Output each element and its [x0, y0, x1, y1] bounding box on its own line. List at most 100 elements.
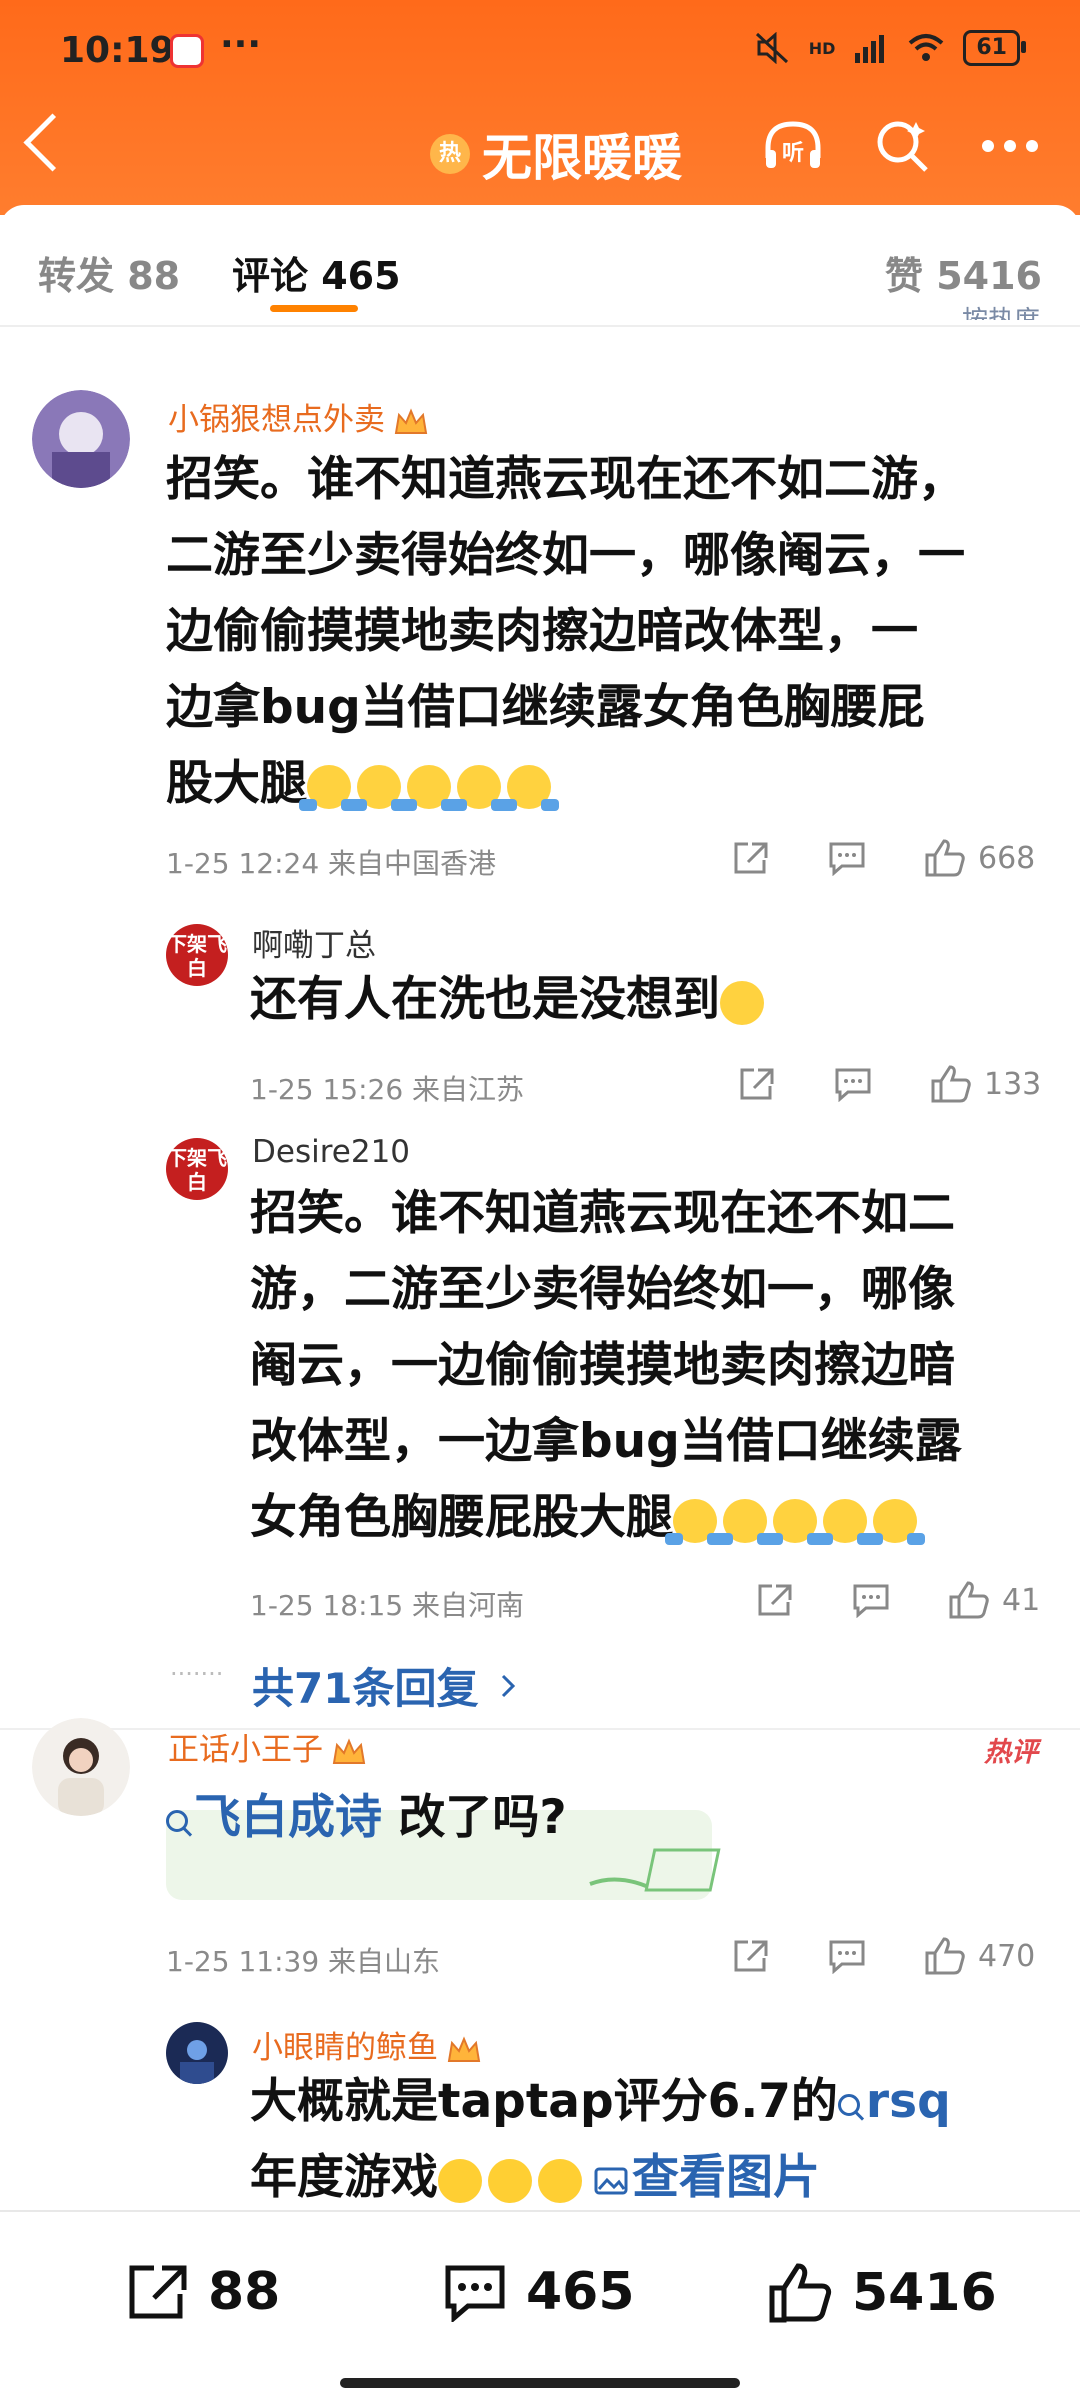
status-more-dots: ··· — [220, 24, 262, 65]
like-count: 133 — [984, 1066, 1042, 1102]
comment-text: 还有人在洗也是没想到 — [250, 962, 1050, 1038]
more-replies-text[interactable]: 共71条回复 — [252, 1655, 478, 1716]
like-count: 668 — [978, 840, 1036, 876]
back-icon[interactable] — [23, 113, 82, 172]
comment-line: 二游至少卖得始终如一，哪像阉云，一 — [166, 528, 965, 583]
search-icon — [837, 2093, 860, 2116]
username[interactable]: Desire210 — [252, 1134, 410, 1170]
hot-comment-tag: 热评 — [984, 1737, 1038, 1768]
crown-icon — [332, 1737, 366, 1764]
status-bar: 10:19 ··· HD 61 — [60, 24, 1026, 74]
comment-line: 游，二游至少卖得始终如一，哪像 — [250, 1262, 955, 1317]
comment-location: 来自江苏 — [412, 1073, 525, 1106]
repost-button[interactable]: 88 — [126, 2262, 280, 2322]
hot-topic-icon: 热 — [430, 134, 470, 174]
hd-label: HD — [808, 38, 836, 58]
comment-text: 飞白成诗 改了吗? — [166, 1780, 567, 1856]
nav-title-wrap: 热 无限暖暖 — [430, 118, 682, 190]
tab-likes[interactable]: 赞 5416 — [885, 245, 1042, 300]
home-indicator — [340, 2378, 740, 2388]
reply-icon[interactable] — [852, 1582, 890, 1618]
comment-line: 年度游戏 查看图片 — [250, 2140, 1050, 2216]
mute-icon — [755, 32, 788, 64]
avatar[interactable] — [166, 2022, 228, 2084]
comment-button[interactable]: 465 — [442, 2262, 635, 2322]
username-text[interactable]: 正话小王子 — [168, 1732, 323, 1768]
reply-icon[interactable] — [828, 840, 866, 876]
username[interactable]: 啊嘞丁总 — [252, 920, 376, 965]
comment-time: 1-25 12:24 — [166, 847, 320, 880]
comment-line: 边偷偷摸摸地卖肉擦边暗改体型，一 — [166, 604, 918, 659]
repost-icon — [129, 2265, 187, 2319]
more-replies-link[interactable]: 共71条回复 — [252, 1655, 516, 1716]
smile-emoji-icon — [720, 980, 764, 1025]
shrug-emoji-icon — [765, 1498, 825, 1545]
comment-time: 1-25 11:39 — [166, 1945, 320, 1978]
comment-line: 招笑。谁不知道燕云现在还不如二 — [250, 1186, 955, 1241]
username[interactable]: 正话小王子 — [168, 1724, 367, 1769]
like-count: 5416 — [852, 2263, 997, 2323]
active-tab-indicator — [270, 305, 358, 312]
comment-count: 465 — [526, 2262, 635, 2322]
search-icon[interactable] — [874, 118, 930, 174]
more-icon[interactable] — [980, 138, 1040, 154]
like-count: 470 — [978, 1938, 1036, 1974]
username[interactable]: 小眼睛的鲸鱼 — [252, 2022, 482, 2067]
thumbs-up-icon — [769, 2263, 832, 2323]
thumbs-up-icon — [931, 1065, 971, 1103]
share-icon[interactable] — [732, 1938, 770, 1974]
crying-emoji-icon — [538, 2158, 582, 2203]
comment-meta: 1-25 15:26 来自江苏 — [250, 1068, 524, 1108]
share-icon[interactable] — [738, 1066, 776, 1102]
like-button[interactable]: 668 — [924, 838, 1035, 878]
page-title: 无限暖暖 — [482, 129, 682, 187]
signal-icon — [855, 35, 885, 63]
comment-text: 招笑。谁不知道燕云现在还不如二游， 二游至少卖得始终如一，哪像阉云，一 边偷偷摸… — [166, 442, 1046, 822]
reply-icon[interactable] — [834, 1066, 872, 1102]
status-time: 10:19 — [60, 30, 175, 71]
like-button[interactable]: 133 — [930, 1064, 1041, 1104]
shrug-emoji-icon — [299, 764, 359, 811]
crown-icon — [394, 407, 428, 434]
repost-count: 88 — [208, 2262, 281, 2322]
sort-toggle[interactable]: 按热度 — [962, 300, 1040, 320]
comment-line: 大概就是taptap评分6.7的 rsq — [250, 2064, 1050, 2140]
shrug-emoji-icon — [665, 1498, 725, 1545]
comment-line: 女角色胸腰屁股大腿 — [250, 1480, 1050, 1556]
comment-actions: 470 — [732, 1936, 1035, 1976]
comment-meta: 1-25 11:39 来自山东 — [166, 1940, 440, 1980]
avatar[interactable]: 下架飞白 — [166, 924, 228, 986]
crying-emoji-icon — [438, 2158, 482, 2203]
view-image-link[interactable]: 查看图片 — [632, 2150, 820, 2205]
comment-line-text: 女角色胸腰屁股大腿 — [250, 1490, 673, 1545]
like-count: 41 — [1002, 1582, 1041, 1618]
listen-icon-label: 听 — [782, 141, 804, 166]
username-text[interactable]: 小眼睛的鲸鱼 — [252, 2030, 438, 2066]
like-button[interactable]: 470 — [924, 1936, 1035, 1976]
crying-emoji-icon — [488, 2158, 532, 2203]
comment-time: 1-25 15:26 — [250, 1073, 404, 1106]
shrug-emoji-icon — [449, 764, 509, 811]
topic-link[interactable]: 飞白成诗 — [194, 1790, 382, 1845]
username-text[interactable]: 小锅狠想点外卖 — [168, 402, 385, 438]
like-button[interactable]: 5416 — [768, 2262, 997, 2324]
share-icon[interactable] — [732, 840, 770, 876]
battery-indicator: 61 — [963, 30, 1026, 66]
comment-meta: 1-25 18:15 来自河南 — [250, 1584, 524, 1624]
share-icon[interactable] — [756, 1582, 794, 1618]
topic-link[interactable]: rsq — [866, 2074, 951, 2129]
listen-icon[interactable]: 听 — [762, 118, 824, 174]
comment-line-text: 改了吗? — [382, 1790, 567, 1845]
avatar[interactable] — [32, 1718, 130, 1816]
tab-reposts[interactable]: 转发 88 — [38, 245, 180, 300]
like-button[interactable]: 41 — [948, 1580, 1040, 1620]
avatar[interactable]: 下架飞白 — [166, 1138, 228, 1200]
tab-comments[interactable]: 评论 465 — [232, 245, 401, 300]
search-icon — [166, 1809, 188, 1832]
nav-bar: 热 无限暖暖 听 — [0, 110, 1080, 190]
avatar[interactable] — [32, 390, 130, 488]
shrug-emoji-icon — [815, 1498, 875, 1545]
username[interactable]: 小锅狠想点外卖 — [168, 394, 429, 439]
reply-icon[interactable] — [828, 1938, 866, 1974]
comment-meta: 1-25 12:24 来自中国香港 — [166, 842, 496, 882]
